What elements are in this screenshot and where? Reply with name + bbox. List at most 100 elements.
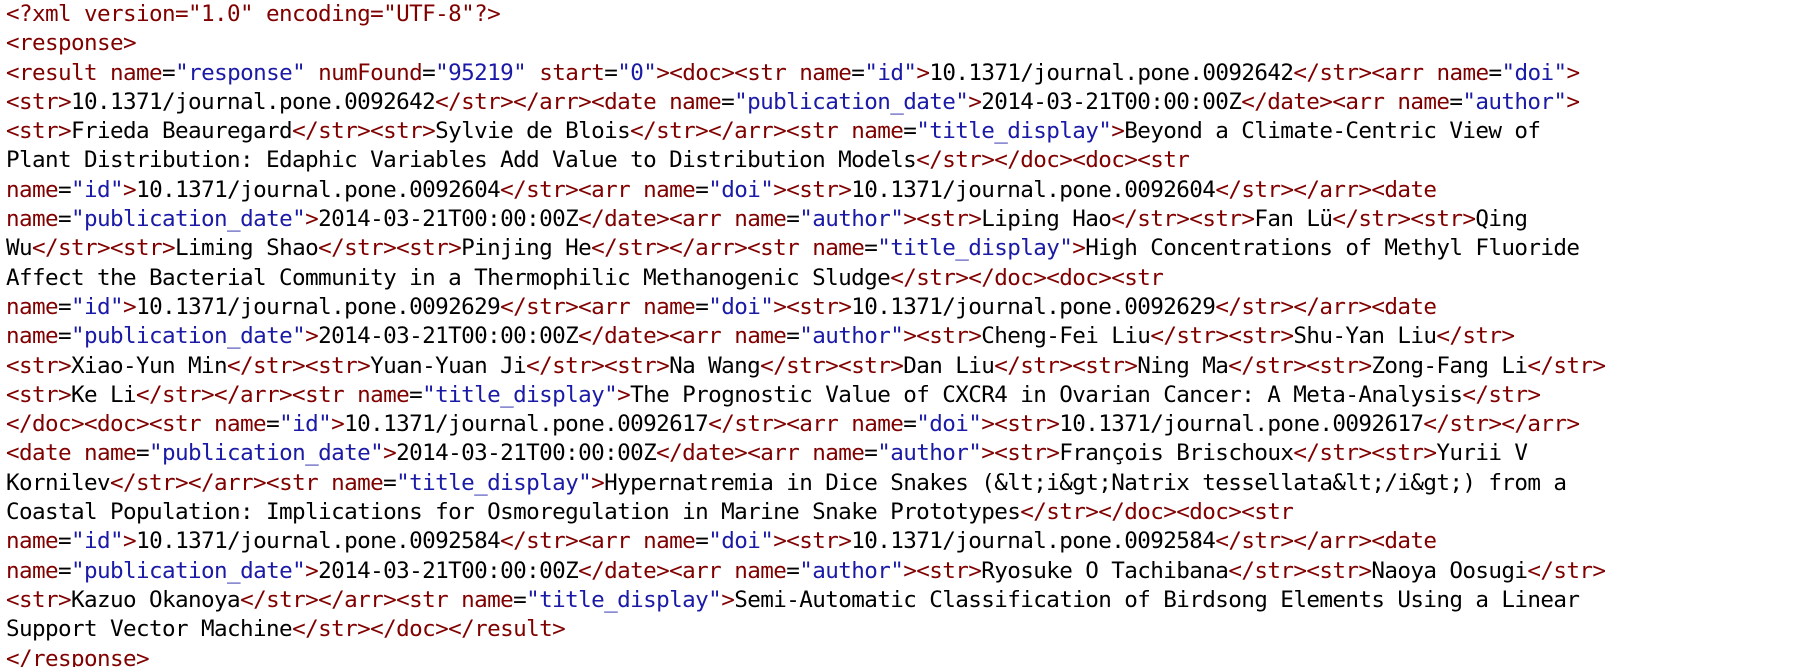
xml-text: 10.1371/journal.pone.0092642	[929, 59, 1294, 86]
xml-text: =	[903, 411, 917, 438]
xml-tag-token: <response>	[6, 30, 137, 57]
xml-text: 10.1371/journal.pone.0092617	[344, 411, 709, 438]
xml-attribute-value: "id"	[71, 528, 124, 555]
xml-tag-token: </str></arr><date	[1215, 176, 1437, 203]
xml-text: Sylvie de Blois	[435, 118, 631, 145]
xml-attribute-name: name	[214, 411, 267, 438]
xml-attribute-value: "0"	[617, 59, 657, 86]
xml-attribute-name: name	[643, 176, 696, 203]
xml-attribute-value: "id"	[279, 411, 332, 438]
xml-text: =	[695, 293, 709, 320]
xml-tag-token: </date><arr	[578, 557, 735, 584]
xml-text: 10.1371/journal.pone.0092629	[851, 293, 1216, 320]
xml-text: Fan Lü	[1254, 206, 1333, 233]
xml-tag-token: </str><arr	[500, 293, 644, 320]
xml-tag-token: </str></arr>	[1423, 411, 1580, 438]
xml-attribute-name: name	[461, 586, 514, 613]
xml-tag-token: </str></doc><doc><str	[1020, 499, 1294, 526]
xml-text: Kornilev	[6, 469, 111, 496]
xml-tag-token: </str></arr><str	[110, 469, 332, 496]
xml-attribute-value: "author"	[799, 557, 904, 584]
xml-tag-token: </str>	[1527, 557, 1606, 584]
xml-tag-token: ><str>	[903, 557, 982, 584]
xml-text: =	[903, 118, 917, 145]
xml-attribute-name: start	[539, 59, 605, 86]
xml-tag-token: </str></doc><doc><str	[890, 264, 1164, 291]
xml-attribute-value: "id"	[71, 293, 124, 320]
xml-attribute-name: name	[643, 293, 696, 320]
xml-text: Shu-Yan Liu	[1293, 323, 1437, 350]
xml-tag-token: </date><arr	[656, 440, 813, 467]
xml-text: =	[58, 176, 72, 203]
xml-tag-token: >	[123, 293, 137, 320]
xml-text: Qing	[1475, 206, 1528, 233]
xml-text: Ryosuke O Tachibana	[981, 557, 1229, 584]
xml-text: =	[786, 557, 800, 584]
xml-attribute-value: "publication_date"	[71, 323, 306, 350]
xml-tag-token: >	[383, 440, 397, 467]
xml-attribute-value: "95219"	[435, 59, 527, 86]
xml-tag-token: <?xml version="1.0" encoding="UTF-8"?>	[6, 1, 501, 27]
xml-tag-token: </str></arr><date	[435, 88, 670, 115]
xml-attribute-value: "doi"	[916, 411, 982, 438]
xml-line: </response>	[6, 645, 1810, 667]
xml-attribute-value: "publication_date"	[71, 557, 306, 584]
xml-text: =	[58, 557, 72, 584]
xml-attribute-value: "publication_date"	[71, 206, 306, 233]
xml-tag-token: <str>	[6, 352, 72, 379]
xml-tag-token: <str>	[6, 586, 72, 613]
xml-attribute-value: "doi"	[1501, 59, 1567, 86]
xml-tag-token: </str>	[1436, 323, 1515, 350]
xml-line: Kornilev</str></arr><str name="title_dis…	[6, 469, 1810, 498]
xml-text: Na Wang	[669, 352, 761, 379]
xml-line: name="publication_date">2014-03-21T00:00…	[6, 557, 1810, 586]
xml-line: name="id">10.1371/journal.pone.0092584</…	[6, 527, 1810, 556]
xml-tag-token: </str><str>	[760, 352, 904, 379]
xml-tag-token: </str><str>	[526, 352, 670, 379]
xml-tag-token: ><str>	[773, 176, 852, 203]
xml-tag-token: >	[721, 586, 735, 613]
xml-tag-token: </date><arr	[1241, 88, 1398, 115]
xml-attribute-value: "author"	[799, 206, 904, 233]
xml-attribute-value: "doi"	[708, 528, 774, 555]
xml-tag-token: >	[305, 557, 319, 584]
xml-attribute-name: name	[6, 206, 59, 233]
xml-attribute-value: "doi"	[708, 293, 774, 320]
xml-attribute-value: "author"	[799, 323, 904, 350]
xml-tag-token: >	[968, 88, 982, 115]
xml-tag-token: </date><arr	[578, 206, 735, 233]
xml-tag-token: </str><str>	[1332, 206, 1476, 233]
xml-text: =	[383, 469, 397, 496]
xml-attribute-value: "author"	[1462, 88, 1567, 115]
xml-attribute-name: name	[851, 411, 904, 438]
xml-tag-token: </response>	[6, 645, 150, 667]
xml-tag-token: </str></arr><str	[630, 118, 852, 145]
xml-text: 2014-03-21T00:00:00Z	[981, 88, 1242, 115]
xml-line: <date name="publication_date">2014-03-21…	[6, 439, 1810, 468]
xml-attribute-value: "title_display"	[396, 469, 592, 496]
xml-tag-token: >	[1111, 118, 1125, 145]
xml-line: <?xml version="1.0" encoding="UTF-8"?>	[6, 0, 1810, 29]
xml-attribute-name: name	[643, 528, 696, 555]
xml-attribute-name: name	[851, 118, 904, 145]
xml-tag-token: <str>	[6, 118, 72, 145]
xml-tag-token: >	[305, 206, 319, 233]
xml-tag-token: ><str>	[981, 440, 1060, 467]
xml-tag-token: >	[1566, 88, 1580, 115]
xml-text: Hypernatremia in Dice Snakes (&lt;i&gt;N…	[604, 469, 1567, 496]
xml-text: 10.1371/journal.pone.0092604	[851, 176, 1216, 203]
xml-attribute-name: name	[1397, 88, 1450, 115]
xml-text: Support Vector Machine	[6, 616, 293, 643]
xml-line: Coastal Population: Implications for Osm…	[6, 498, 1810, 527]
xml-text: =	[1449, 88, 1463, 115]
xml-tag-token: </str>	[1462, 381, 1541, 408]
xml-text: Yuan-Yuan Ji	[370, 352, 527, 379]
xml-text: 2014-03-21T00:00:00Z	[318, 557, 579, 584]
xml-attribute-value: "title_display"	[877, 235, 1073, 262]
xml-tag-token: </doc><doc><str	[6, 411, 215, 438]
xml-tag-token: ><doc><str	[656, 59, 800, 86]
xml-tag-token: ><str>	[981, 411, 1060, 438]
xml-text: =	[604, 59, 618, 86]
xml-text: =	[851, 59, 865, 86]
xml-text: Semi-Automatic Classification of Birdson…	[734, 586, 1580, 613]
